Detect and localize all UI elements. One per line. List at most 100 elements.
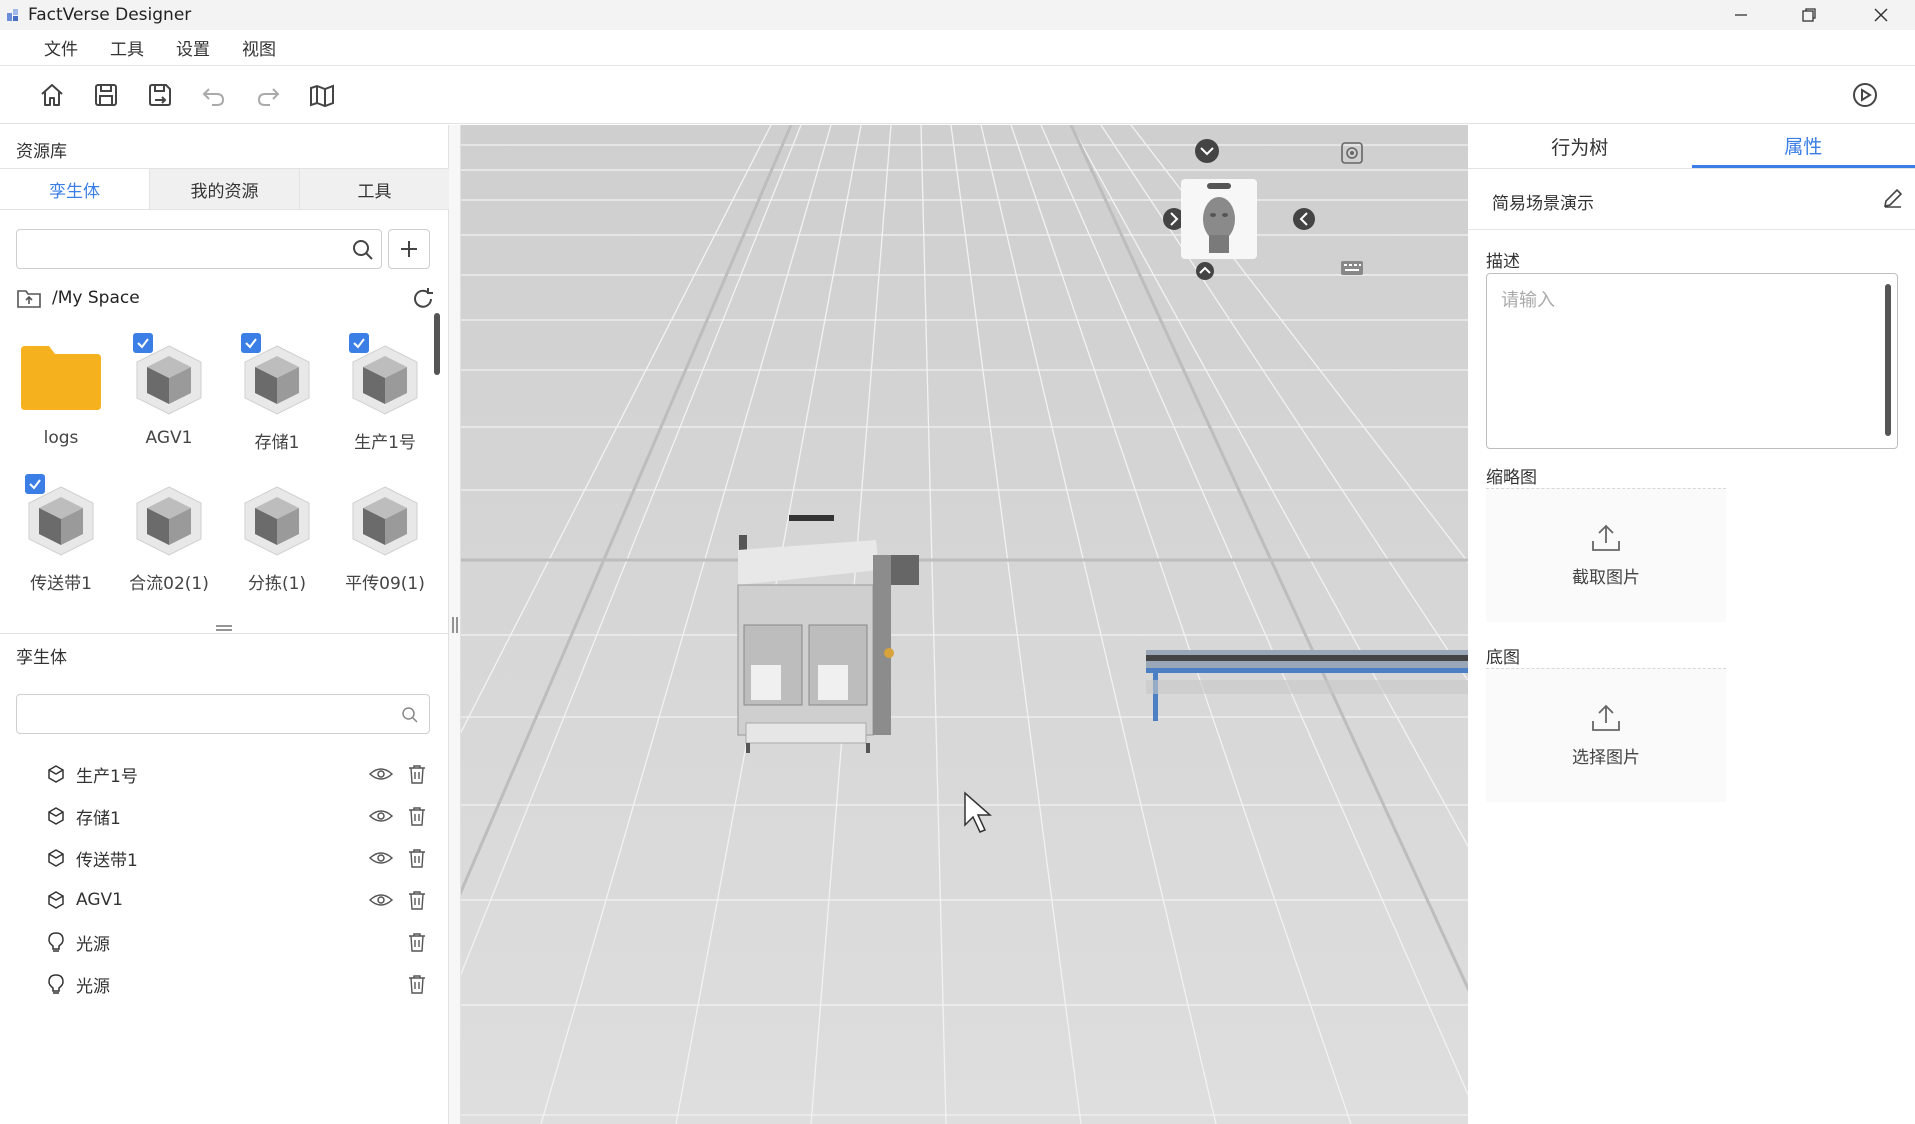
resource-label: 传送带1 bbox=[30, 574, 92, 594]
redo-button[interactable] bbox=[253, 80, 283, 110]
eye-icon[interactable] bbox=[369, 892, 393, 908]
minimize-button[interactable] bbox=[1707, 0, 1775, 30]
trash-icon[interactable] bbox=[408, 974, 426, 994]
tab-my-resources[interactable]: 我的资源 bbox=[149, 169, 299, 209]
folder-icon bbox=[21, 346, 101, 410]
search-icon[interactable] bbox=[351, 238, 375, 262]
home-button[interactable] bbox=[37, 80, 67, 110]
keyboard-icon[interactable] bbox=[1339, 257, 1365, 279]
eye-icon[interactable] bbox=[369, 808, 393, 824]
check-icon bbox=[137, 338, 149, 349]
focus-target-icon[interactable] bbox=[1339, 140, 1365, 166]
tree-item-label: 生产1号 bbox=[76, 766, 138, 787]
tree-item-label: 光源 bbox=[76, 976, 110, 997]
bulb-icon bbox=[48, 974, 64, 994]
trash-icon[interactable] bbox=[408, 932, 426, 952]
close-icon bbox=[1874, 8, 1888, 22]
toolbar bbox=[0, 66, 1915, 124]
resource-item[interactable]: 分拣(1) bbox=[227, 471, 327, 594]
capture-image-button[interactable]: 截取图片 bbox=[1486, 488, 1726, 622]
resource-label: 合流02(1) bbox=[129, 574, 209, 594]
trash-icon[interactable] bbox=[408, 848, 426, 868]
search-icon[interactable] bbox=[401, 706, 419, 724]
resource-item[interactable]: 平传09(1) bbox=[335, 471, 435, 594]
camera-up-icon[interactable] bbox=[1193, 260, 1217, 282]
refresh-icon[interactable] bbox=[410, 286, 436, 312]
menu-view[interactable]: 视图 bbox=[242, 35, 276, 60]
upload-icon bbox=[1592, 524, 1620, 551]
camera-down-icon[interactable] bbox=[1191, 135, 1223, 167]
tree-item-label: 传送带1 bbox=[76, 850, 138, 871]
window-title: FactVerse Designer bbox=[28, 5, 192, 25]
tree-item[interactable]: AGV1 bbox=[46, 883, 436, 917]
eye-icon[interactable] bbox=[369, 850, 393, 866]
trash-icon[interactable] bbox=[408, 764, 426, 784]
menu-settings[interactable]: 设置 bbox=[176, 35, 210, 60]
map-button[interactable] bbox=[307, 80, 337, 110]
tree-item[interactable]: 存储1 bbox=[46, 799, 436, 833]
path-row: /My Space bbox=[16, 283, 436, 313]
tab-properties[interactable]: 属性 bbox=[1691, 125, 1915, 168]
menu-file[interactable]: 文件 bbox=[44, 35, 78, 60]
tree-item[interactable]: 生产1号 bbox=[46, 757, 436, 791]
panel-splitter[interactable] bbox=[0, 622, 449, 634]
menu-tools[interactable]: 工具 bbox=[110, 35, 144, 60]
cube-model-icon bbox=[244, 486, 310, 556]
edit-icon[interactable] bbox=[1882, 187, 1904, 209]
trash-icon[interactable] bbox=[408, 806, 426, 826]
eye-icon[interactable] bbox=[369, 766, 393, 782]
menu-bar: 文件 工具 设置 视图 bbox=[0, 30, 1915, 66]
view-cube-head-icon[interactable] bbox=[1179, 177, 1259, 261]
library-title: 资源库 bbox=[16, 142, 67, 162]
map-icon bbox=[310, 84, 334, 108]
head-orientation-gizmo[interactable] bbox=[1339, 177, 1391, 257]
close-button[interactable] bbox=[1847, 0, 1915, 30]
home-icon bbox=[41, 84, 63, 106]
play-button[interactable] bbox=[1850, 80, 1880, 110]
save-button[interactable] bbox=[91, 80, 121, 110]
select-image-label: 选择图片 bbox=[1572, 748, 1640, 768]
restore-button[interactable] bbox=[1775, 0, 1843, 30]
upload-icon bbox=[1592, 704, 1620, 731]
plus-icon bbox=[401, 241, 417, 257]
select-checkbox[interactable] bbox=[349, 333, 369, 353]
app-logo-icon bbox=[7, 9, 18, 21]
select-image-button[interactable]: 选择图片 bbox=[1486, 668, 1726, 802]
tree-item[interactable]: 传送带1 bbox=[46, 841, 436, 875]
library-search-input[interactable] bbox=[16, 229, 382, 269]
resource-item[interactable]: logs bbox=[11, 330, 111, 450]
viewport-splitter[interactable] bbox=[449, 125, 461, 1124]
drag-handle-icon bbox=[216, 625, 232, 631]
grid-scrollbar[interactable] bbox=[434, 313, 440, 375]
resource-item[interactable]: 合流02(1) bbox=[119, 471, 219, 594]
save-as-icon bbox=[149, 84, 171, 106]
textarea-scrollbar[interactable] bbox=[1885, 284, 1891, 436]
divider bbox=[1468, 229, 1915, 230]
select-checkbox[interactable] bbox=[25, 474, 45, 494]
minimize-icon bbox=[1735, 14, 1747, 16]
check-icon bbox=[353, 338, 365, 349]
cube-model-icon bbox=[136, 345, 202, 415]
thumbnail-label: 缩略图 bbox=[1486, 468, 1537, 488]
trash-icon[interactable] bbox=[408, 890, 426, 910]
undo-button[interactable] bbox=[199, 80, 229, 110]
check-icon bbox=[29, 479, 41, 490]
tree-item[interactable]: 光源 bbox=[46, 925, 436, 959]
tab-tools[interactable]: 工具 bbox=[299, 169, 449, 209]
3d-viewport[interactable] bbox=[461, 125, 1468, 1124]
tab-twins[interactable]: 孪生体 bbox=[0, 169, 149, 209]
tree-item[interactable]: 光源 bbox=[46, 967, 436, 1001]
select-checkbox[interactable] bbox=[133, 333, 153, 353]
save-as-button[interactable] bbox=[145, 80, 175, 110]
twins-search-input[interactable] bbox=[16, 694, 430, 734]
add-resource-button[interactable] bbox=[388, 229, 430, 269]
scene-name: 简易场景演示 bbox=[1492, 194, 1594, 214]
description-label: 描述 bbox=[1486, 252, 1520, 272]
folder-up-icon[interactable] bbox=[16, 287, 42, 309]
description-textarea[interactable]: 请输入 bbox=[1486, 273, 1898, 449]
select-checkbox[interactable] bbox=[241, 333, 261, 353]
base-map-label: 底图 bbox=[1486, 648, 1520, 668]
check-icon bbox=[245, 338, 257, 349]
tab-behavior-tree[interactable]: 行为树 bbox=[1468, 125, 1692, 168]
cube-model-icon bbox=[244, 345, 310, 415]
